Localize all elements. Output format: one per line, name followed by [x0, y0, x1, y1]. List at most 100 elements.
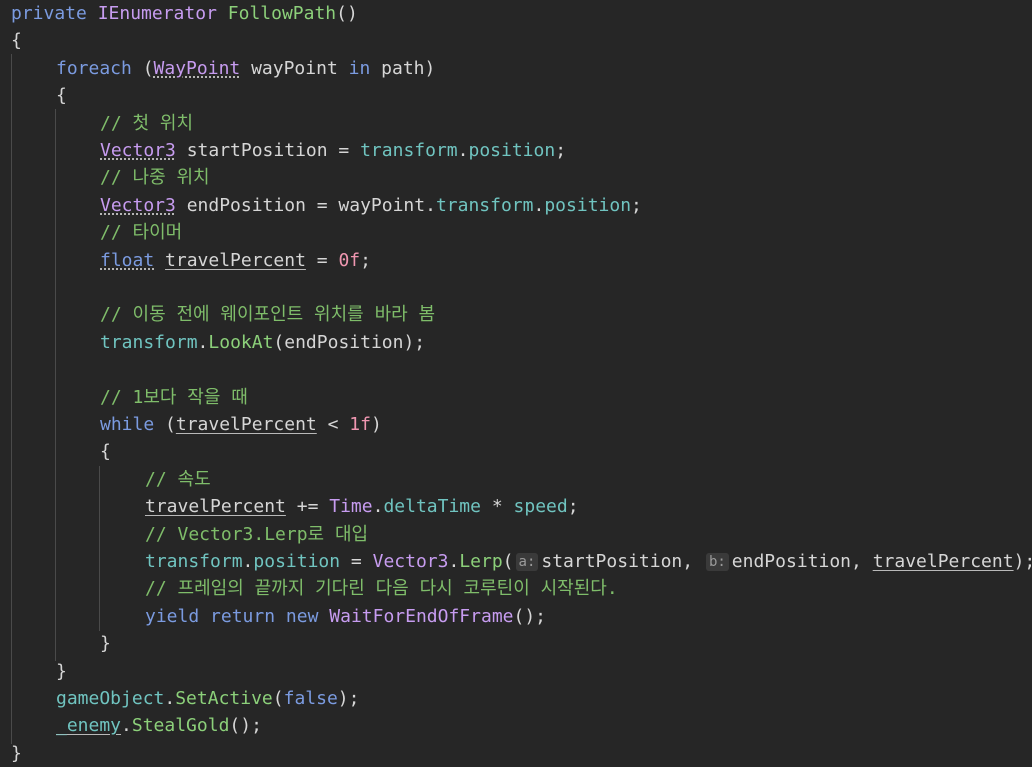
code-token: ) [370, 414, 382, 435]
code-line[interactable]: // Vector3.Lerp로 대입 [145, 521, 368, 548]
code-token: (endPosition); [273, 332, 426, 353]
code-token: endPosition = wayPoint. [175, 195, 436, 216]
code-line[interactable]: // 이동 전에 웨이포인트 위치를 바라 봄 [100, 301, 435, 328]
code-token: private [11, 3, 87, 24]
code-token: ; [567, 496, 579, 517]
code-token: startPosition, [541, 551, 704, 572]
code-line[interactable]: float travelPercent = 0f; [100, 247, 371, 274]
code-token: position [253, 551, 341, 572]
code-token: path) [370, 58, 436, 79]
code-token: . [121, 715, 132, 736]
code-token: < [316, 414, 350, 435]
code-line[interactable]: transform.position = Vector3.Lerp(a: star… [145, 548, 1032, 575]
code-token: Time [329, 496, 373, 517]
code-token: ( [131, 58, 154, 79]
code-line[interactable]: { [56, 82, 67, 109]
code-token: // 이동 전에 웨이포인트 위치를 바라 봄 [100, 304, 436, 325]
code-token: ; [360, 250, 371, 271]
indent-guide [11, 54, 12, 744]
code-token: while [100, 414, 155, 435]
code-token: += [285, 496, 330, 517]
code-token: speed [513, 496, 568, 517]
parameter-hint: b: [705, 553, 729, 571]
code-token: // 1보다 작을 때 [100, 387, 248, 408]
code-token: transform [145, 551, 243, 572]
code-token: . [164, 688, 176, 709]
code-token: (); [229, 715, 262, 736]
code-token: new [285, 606, 319, 627]
code-token: ); [1013, 551, 1032, 572]
code-token: . [448, 551, 460, 572]
code-line[interactable]: _enemy.StealGold(); [56, 712, 262, 739]
code-token: startPosition = [175, 140, 361, 161]
code-token: } [56, 661, 67, 682]
code-token: Lerp [459, 551, 503, 572]
code-token: 0f [338, 250, 361, 271]
code-token: gameObject [56, 688, 165, 709]
code-token: { [100, 441, 111, 462]
code-token: transform [435, 195, 534, 216]
code-line[interactable]: // 1보다 작을 때 [100, 384, 248, 411]
code-token: // 첫 위치 [100, 113, 194, 134]
code-token: false [283, 688, 338, 709]
code-token: in [348, 58, 371, 79]
code-line[interactable]: // 첫 위치 [100, 110, 193, 137]
code-token: { [11, 30, 22, 51]
code-line[interactable]: // 타이머 [100, 219, 182, 246]
code-line[interactable]: } [56, 658, 67, 685]
code-line[interactable]: // 속도 [145, 466, 211, 493]
code-token: return [210, 606, 276, 627]
code-line[interactable]: { [100, 438, 111, 465]
indent-guide [99, 466, 100, 631]
code-editor[interactable]: private IEnumerator FollowPath(){foreach… [0, 0, 1032, 764]
code-line[interactable]: travelPercent += Time.deltaTime * speed; [145, 493, 579, 520]
code-token: wayPoint [240, 58, 349, 79]
code-token: } [11, 743, 22, 764]
code-token: WaitForEndOfFrame [329, 606, 514, 627]
code-line[interactable]: { [11, 27, 22, 54]
code-token: (); [513, 606, 547, 627]
code-token: float [100, 250, 155, 271]
code-line[interactable]: // 나중 위치 [100, 164, 210, 191]
code-token: FollowPath [227, 3, 337, 24]
code-line[interactable]: Vector3 endPosition = wayPoint.transform… [100, 192, 642, 219]
code-token: yield [145, 606, 200, 627]
code-token: IEnumerator [97, 3, 217, 24]
code-line[interactable]: Vector3 startPosition = transform.positi… [100, 137, 566, 164]
code-token: * [481, 496, 514, 517]
code-line[interactable]: // 프레임의 끝까지 기다린 다음 다시 코루틴이 시작된다. [145, 575, 618, 602]
code-line[interactable]: gameObject.SetActive(false); [56, 685, 359, 712]
code-token: = [305, 250, 339, 271]
code-token: 1f [349, 414, 371, 435]
code-line[interactable]: private IEnumerator FollowPath() [11, 0, 358, 27]
code-line[interactable]: } [11, 740, 22, 767]
code-line[interactable]: while (travelPercent < 1f) [100, 411, 382, 438]
code-token: deltaTime [383, 496, 481, 517]
code-token: position [468, 140, 556, 161]
code-token: SetActive [175, 688, 273, 709]
code-token: // 프레임의 끝까지 기다린 다음 다시 코루틴이 시작된다. [145, 578, 618, 599]
code-line[interactable]: transform.LookAt(endPosition); [100, 329, 425, 356]
code-token: position [544, 195, 632, 216]
code-token: ( [272, 688, 284, 709]
code-token: ( [154, 414, 176, 435]
code-token: . [242, 551, 254, 572]
code-token: _enemy [56, 715, 122, 736]
code-token: Vector3 [100, 140, 176, 161]
code-line[interactable]: yield return new WaitForEndOfFrame(); [145, 603, 546, 630]
code-token: Vector3 [372, 551, 449, 572]
code-line[interactable]: } [100, 630, 111, 657]
code-token: . [197, 332, 209, 353]
code-token: transform [100, 332, 198, 353]
code-token: () [336, 3, 358, 24]
code-token: ); [337, 688, 360, 709]
code-token: travelPercent [165, 250, 306, 271]
code-token: WayPoint [153, 58, 241, 79]
code-token: LookAt [208, 332, 274, 353]
code-line[interactable]: foreach (WayPoint wayPoint in path) [56, 55, 435, 82]
code-token: . [457, 140, 469, 161]
